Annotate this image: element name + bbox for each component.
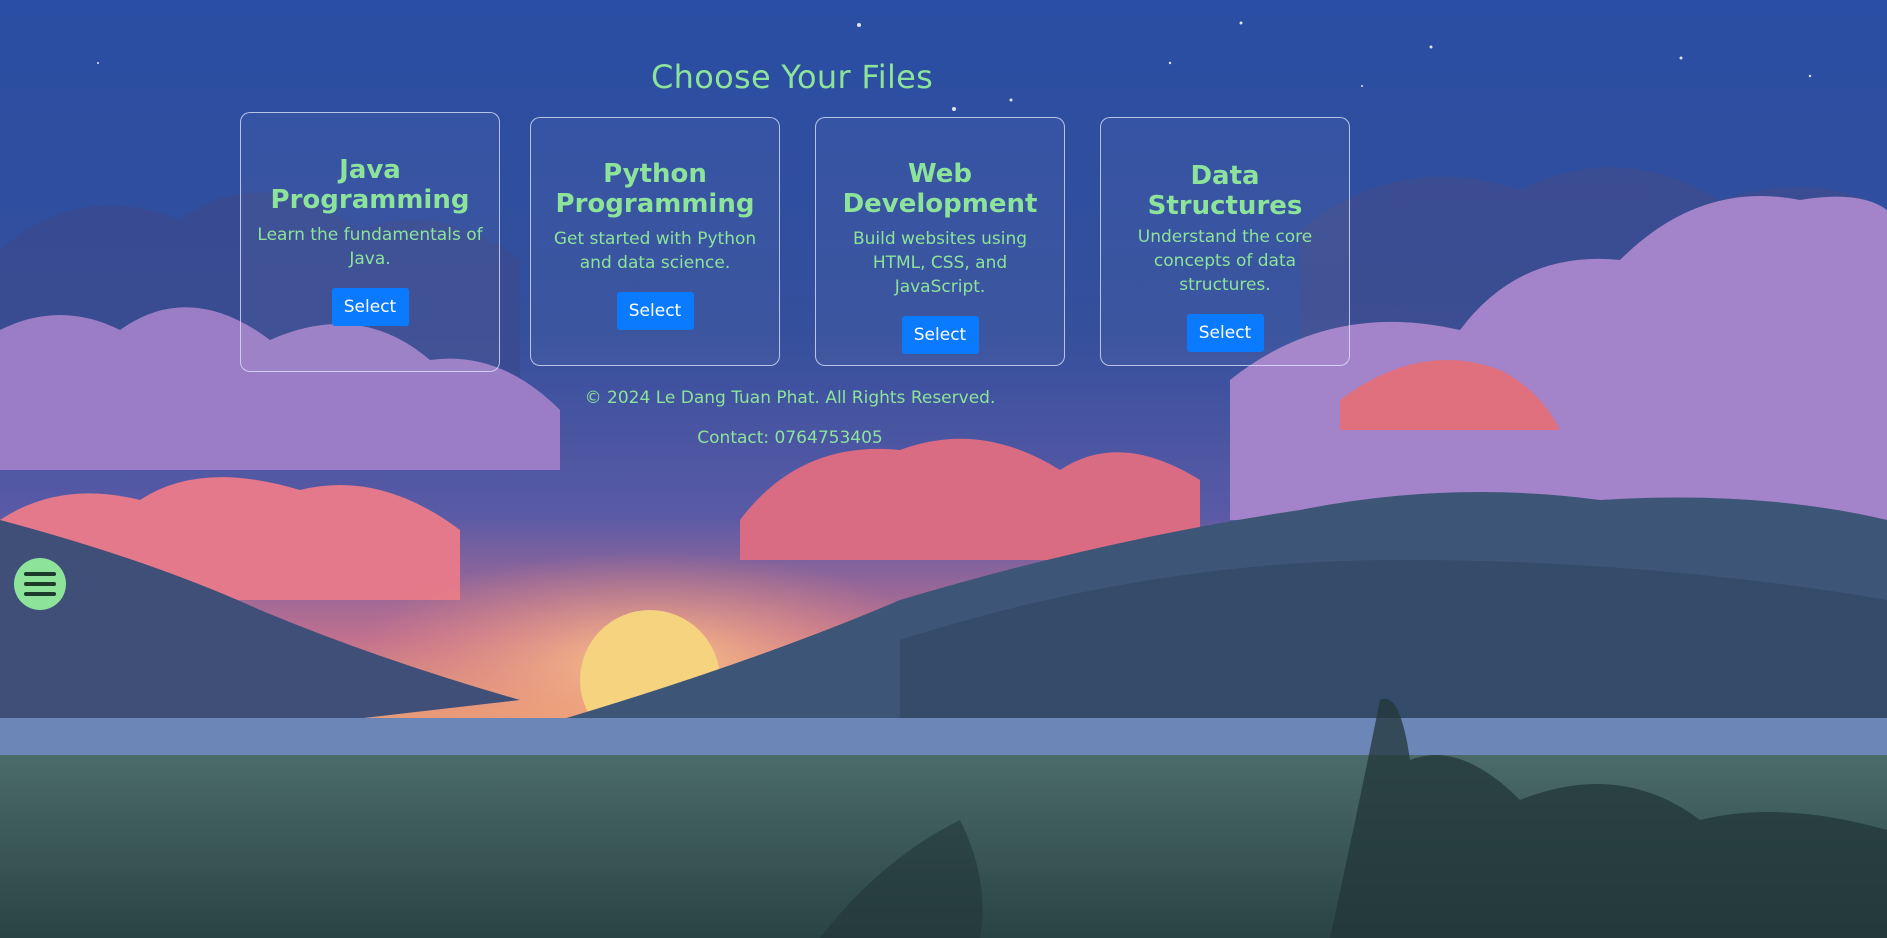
course-card-web-development: Web Development Build websites using HTM…: [815, 117, 1065, 366]
hamburger-menu-icon: [24, 572, 56, 576]
hamburger-menu-icon-bar: [24, 592, 56, 596]
card-title-line: Python: [603, 159, 707, 189]
card-title-line: Data Structures: [1147, 161, 1303, 221]
card-description: Understand the core concepts of data str…: [1137, 227, 1313, 295]
copyright-text: © 2024 Le Dang Tuan Phat. All Rights Res…: [584, 388, 996, 408]
card-title-line: Programming: [555, 189, 755, 219]
course-card-data-structures: Data Structures Understand the core conc…: [1100, 117, 1350, 366]
card-title: Java Programming: [271, 155, 470, 215]
card-title: Python Programming: [556, 159, 755, 219]
select-java-button[interactable]: Select: [331, 288, 409, 326]
select-python-button[interactable]: Select: [616, 292, 694, 330]
course-card-python: Python Programming Get started with Pyth…: [530, 117, 780, 366]
card-title: Data Structures: [1115, 161, 1335, 221]
card-title-line: Development: [842, 189, 1038, 219]
card-description: Build websites using HTML, CSS, and Java…: [852, 229, 1028, 297]
select-data-structures-button[interactable]: Select: [1186, 314, 1264, 352]
card-title: Web Development: [843, 159, 1038, 219]
course-card-java: Java Programming Learn the fundamentals …: [240, 112, 500, 372]
hamburger-menu-button[interactable]: [14, 558, 66, 610]
contact-text: Contact: 0764753405: [697, 428, 883, 448]
card-description: Learn the fundamentals of Java.: [257, 225, 483, 269]
page-title: Choose Your Files: [651, 58, 934, 96]
card-description: Get started with Python and data science…: [553, 229, 757, 273]
hamburger-menu-icon-bar: [24, 582, 56, 586]
select-web-development-button[interactable]: Select: [901, 316, 979, 354]
card-title-line: Java: [339, 155, 401, 185]
card-title-line: Web: [907, 159, 972, 189]
card-title-line: Programming: [270, 185, 470, 215]
